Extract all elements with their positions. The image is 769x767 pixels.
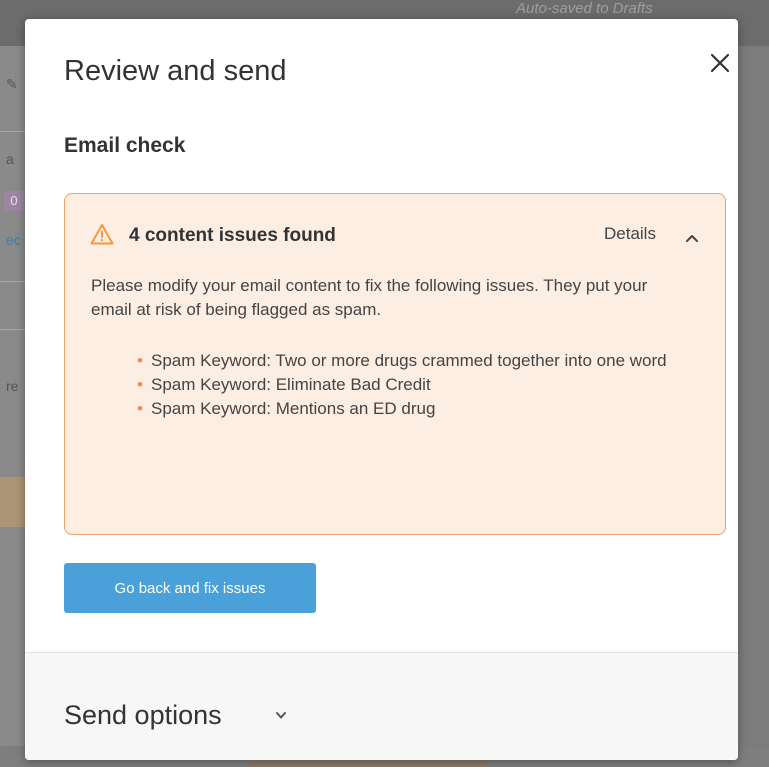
bullet-icon: • <box>137 375 143 394</box>
send-options-footer: Send options <box>25 652 738 760</box>
alert-title: 4 content issues found <box>129 225 336 246</box>
bullet-icon: • <box>137 351 143 370</box>
chevron-up-icon[interactable] <box>685 233 699 243</box>
issue-text: Spam Keyword: Eliminate Bad Credit <box>151 375 431 394</box>
email-check-heading: Email check <box>64 134 186 157</box>
details-toggle[interactable]: Details <box>604 224 656 244</box>
list-item: • Spam Keyword: Eliminate Bad Credit <box>123 373 703 397</box>
list-item: • Spam Keyword: Two or more drugs crammed… <box>123 349 703 373</box>
issue-text: Spam Keyword: Mentions an ED drug <box>151 399 436 418</box>
background-edit-icon: ✎ <box>6 76 18 92</box>
background-banner <box>0 477 28 527</box>
send-options-toggle[interactable]: Send options <box>64 700 222 731</box>
chevron-down-icon[interactable] <box>275 711 287 720</box>
bullet-icon: • <box>137 399 143 418</box>
alert-description: Please modify your email content to fix … <box>91 276 648 319</box>
close-button[interactable] <box>707 50 733 76</box>
background-badge: 0 <box>4 191 24 211</box>
content-issues-alert: 4 content issues found Details Please mo… <box>64 193 726 535</box>
close-icon <box>710 53 730 73</box>
review-send-modal: Review and send Email check 4 content is… <box>25 19 738 760</box>
issue-list: • Spam Keyword: Two or more drugs crammed… <box>123 349 703 421</box>
autosave-status: Auto-saved to Drafts <box>516 0 653 17</box>
background-bottom-strip <box>250 759 490 767</box>
fix-issues-button[interactable]: Go back and fix issues <box>64 563 316 613</box>
background-right-edge <box>740 46 769 746</box>
modal-title: Review and send <box>64 55 287 87</box>
issue-text: Spam Keyword: Two or more drugs crammed … <box>151 351 667 370</box>
list-item: • Spam Keyword: Mentions an ED drug <box>123 397 703 421</box>
background-editor-panel: ✎ a ec re <box>0 46 28 746</box>
warning-icon <box>90 224 114 245</box>
